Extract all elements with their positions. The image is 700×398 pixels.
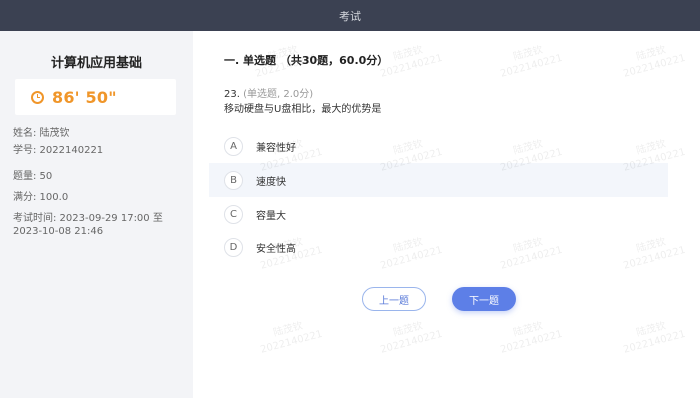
subject-title: 计算机应用基础 <box>50 56 142 71</box>
exam-time: 考试时间: 2023-09-29 17:00 至 2023-10-08 21:4… <box>13 213 163 237</box>
section-title: 一. 单选题 （共30题，60.0分） <box>224 54 389 67</box>
option-c[interactable]: C 容量大 <box>209 197 668 231</box>
option-text: 安全性高 <box>256 243 296 255</box>
timer-value: 86' 50" <box>52 87 117 107</box>
question-text: 移动硬盘与U盘相比，最大的优势是 <box>224 104 382 115</box>
next-question-button[interactable]: 下一题 <box>452 287 516 311</box>
option-text: 容量大 <box>256 210 286 222</box>
full-score: 满分: 100.0 <box>13 192 69 203</box>
student-id: 学号: 2022140221 <box>13 145 104 156</box>
question-count: 题量: 50 <box>13 171 53 182</box>
question-type: (单选题, 2.0分) <box>243 89 314 100</box>
question-panel: 一. 单选题 （共30题，60.0分） 23. (单选题, 2.0分) 移动硬盘… <box>193 31 700 398</box>
option-letter: C <box>224 204 243 224</box>
prev-question-button[interactable]: 上一题 <box>362 287 426 311</box>
option-letter: A <box>224 136 243 156</box>
exam-info-sidebar: 计算机应用基础 86' 50" 姓名: 陆茂钦 学号: 2022140221 题… <box>0 31 193 398</box>
question-number: 23. <box>224 89 240 100</box>
option-letter: B <box>224 170 243 190</box>
option-b[interactable]: B 速度快 <box>209 163 668 197</box>
countdown-timer: 86' 50" <box>15 79 176 115</box>
option-text: 速度快 <box>256 176 286 188</box>
page-title: 考试 <box>339 9 361 23</box>
clock-icon <box>31 90 44 104</box>
option-letter: D <box>224 237 243 257</box>
option-d[interactable]: D 安全性高 <box>209 230 668 264</box>
option-text: 兼容性好 <box>256 142 296 154</box>
top-bar: 考试 <box>0 0 700 31</box>
question-meta: 23. (单选题, 2.0分) <box>224 85 313 100</box>
student-name: 姓名: 陆茂钦 <box>13 128 70 139</box>
option-a[interactable]: A 兼容性好 <box>209 129 668 163</box>
